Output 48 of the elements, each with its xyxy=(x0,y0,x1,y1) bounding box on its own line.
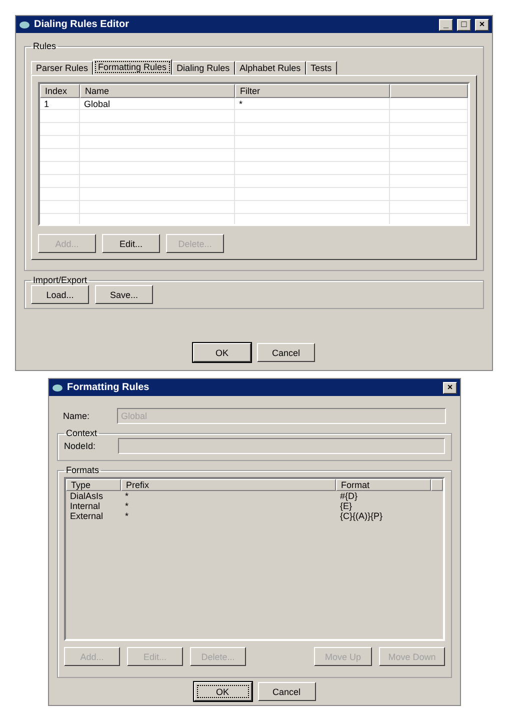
app-icon xyxy=(52,384,63,392)
rules-table[interactable]: Index Name Filter 1 Global * xyxy=(38,82,470,226)
field-label: Name: xyxy=(63,411,91,421)
dialog-button[interactable]: Cancel xyxy=(258,682,316,701)
formats-list[interactable]: Type Prefix Format DialAsIs * #{D} Internal * {E} External * {C}{(A)}{P} xyxy=(64,477,445,641)
window-title: Dialing Rules Editor xyxy=(34,19,130,30)
field-label: NodeId: xyxy=(64,441,97,451)
table-cell: 1 xyxy=(40,98,80,110)
list-cell-text: Internal xyxy=(69,501,102,511)
group-label: Rules xyxy=(32,41,58,51)
tab[interactable]: Formatting Rules xyxy=(93,59,172,75)
list-cell-text: External xyxy=(69,511,104,521)
table-cell: Global xyxy=(80,98,235,110)
action-button[interactable]: Save... xyxy=(95,285,153,304)
column-header[interactable]: Prefix xyxy=(121,479,336,491)
dialog-button[interactable]: OK xyxy=(193,343,251,362)
list-cell-text: DialAsIs xyxy=(69,491,104,501)
tab[interactable]: Dialing Rules xyxy=(172,61,235,75)
column-header xyxy=(431,479,443,491)
list-cell-text: {C}{(A)}{P} xyxy=(339,511,384,521)
list-cell-text: * xyxy=(124,501,130,511)
close-button[interactable]: × xyxy=(443,382,457,394)
list-cell-text: * xyxy=(124,511,130,521)
action-button[interactable]: Load... xyxy=(31,285,89,304)
tab[interactable]: Alphabet Rules xyxy=(234,61,306,75)
column-header[interactable]: Index xyxy=(40,84,80,98)
window-button[interactable]: □ xyxy=(457,18,471,30)
app-icon xyxy=(19,20,30,28)
tab[interactable]: Tests xyxy=(306,61,337,75)
tab[interactable]: Parser Rules xyxy=(31,61,94,75)
window-button[interactable]: × xyxy=(475,18,489,30)
list-cell-text: #{D} xyxy=(339,491,359,501)
table-cell: * xyxy=(235,98,390,110)
dialog-button[interactable]: Cancel xyxy=(257,343,315,362)
window-title: Formatting Rules xyxy=(67,382,150,393)
action-button[interactable]: Edit... xyxy=(102,234,160,253)
column-header[interactable]: Format xyxy=(336,479,431,491)
dialog-button[interactable]: OK xyxy=(194,682,252,701)
column-header[interactable]: Filter xyxy=(235,84,390,98)
list-cell-text: {E} xyxy=(339,501,354,511)
list-cell-text: * xyxy=(124,491,130,501)
window-button[interactable]: _ xyxy=(439,18,453,30)
group-label: Formats xyxy=(65,465,100,475)
column-header[interactable]: Name xyxy=(80,84,235,98)
group-label: Import/Export xyxy=(32,275,88,285)
node-id-field[interactable] xyxy=(118,438,445,454)
group-label: Context xyxy=(65,428,98,438)
column-header[interactable]: Type xyxy=(66,479,121,491)
